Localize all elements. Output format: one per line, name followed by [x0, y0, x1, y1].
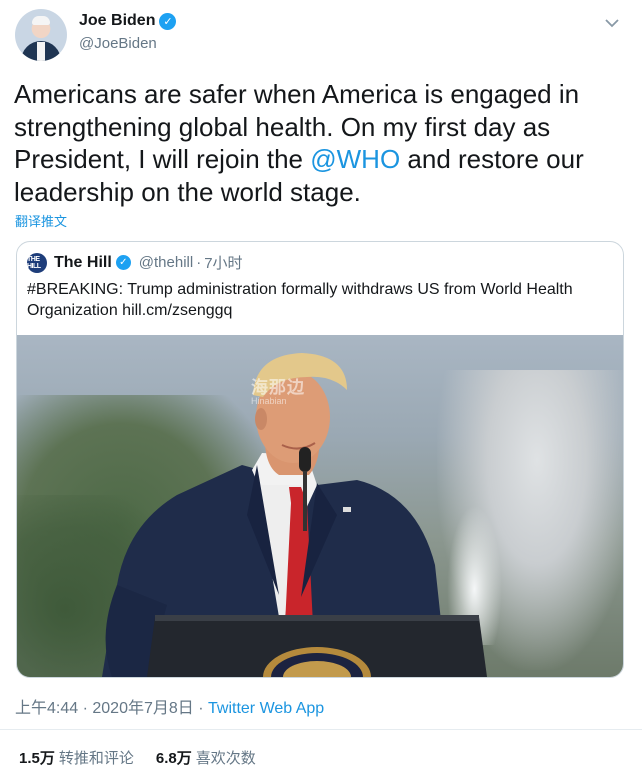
avatar-shirt [37, 42, 45, 61]
tweet-date[interactable]: 2020年7月8日 [92, 700, 193, 717]
author-name-row: Joe Biden ✓ [79, 12, 177, 30]
photo-watermark: 海那边 Hinabian [251, 373, 371, 407]
quoted-display-name: The Hill [54, 253, 112, 271]
tweet-source-link[interactable]: Twitter Web App [208, 700, 324, 717]
likes-count: 6.8万 [155, 750, 192, 767]
tweet-stats: 1.5万 转推和评论 6.8万 喜欢次数 [19, 747, 278, 768]
quoted-handle: @thehill [138, 254, 194, 271]
author-avatar[interactable] [15, 9, 67, 61]
verified-badge-icon: ✓ [159, 12, 177, 30]
retweets-count: 1.5万 [19, 750, 55, 767]
tweet-meta: 上午4:44 · 2020年7月8日 · Twitter Web App [15, 694, 324, 718]
quoted-header: THE HILL The Hill ✓ @thehill · 7小时 [27, 252, 243, 273]
stats-divider [0, 729, 642, 730]
quoted-time: 7小时 [204, 255, 243, 272]
tweet-time[interactable]: 上午4:44 [15, 700, 78, 717]
retweets-stat[interactable]: 1.5万 转推和评论 [19, 747, 134, 768]
chevron-down-icon-svg [605, 18, 619, 27]
meta-separator-1: · [78, 700, 93, 717]
likes-label: 喜欢次数 [195, 750, 256, 767]
quoted-verified-badge-icon: ✓ [115, 255, 131, 270]
author-display-name[interactable]: Joe Biden [79, 12, 155, 30]
watermark-text: 海那边 [251, 378, 305, 397]
tweet-text: Americans are safer when America is enga… [14, 78, 626, 208]
translate-tweet-link[interactable]: 翻译推文 [15, 211, 67, 230]
chevron-down-icon[interactable] [601, 12, 623, 34]
author-handle[interactable]: @JoeBiden [79, 35, 157, 52]
quoted-separator: · [196, 254, 202, 271]
avatar-hair [32, 16, 50, 25]
quoted-photo[interactable]: 海那边 Hinabian [17, 335, 623, 677]
likes-stat[interactable]: 6.8万 喜欢次数 [156, 747, 256, 768]
mention-link[interactable]: @WHO [310, 144, 400, 174]
retweets-label: 转推和评论 [58, 750, 134, 767]
quoted-text: #BREAKING: Trump administration formally… [27, 281, 573, 319]
tweet-card: Joe Biden ✓ @JoeBiden Americans are safe… [0, 0, 642, 781]
meta-separator-2: · [193, 700, 208, 717]
the-hill-logo-icon: THE HILL [27, 252, 47, 273]
watermark-subtext: Hinabian [251, 396, 287, 406]
quoted-tweet[interactable]: THE HILL The Hill ✓ @thehill · 7小时 #BREA… [16, 241, 624, 678]
